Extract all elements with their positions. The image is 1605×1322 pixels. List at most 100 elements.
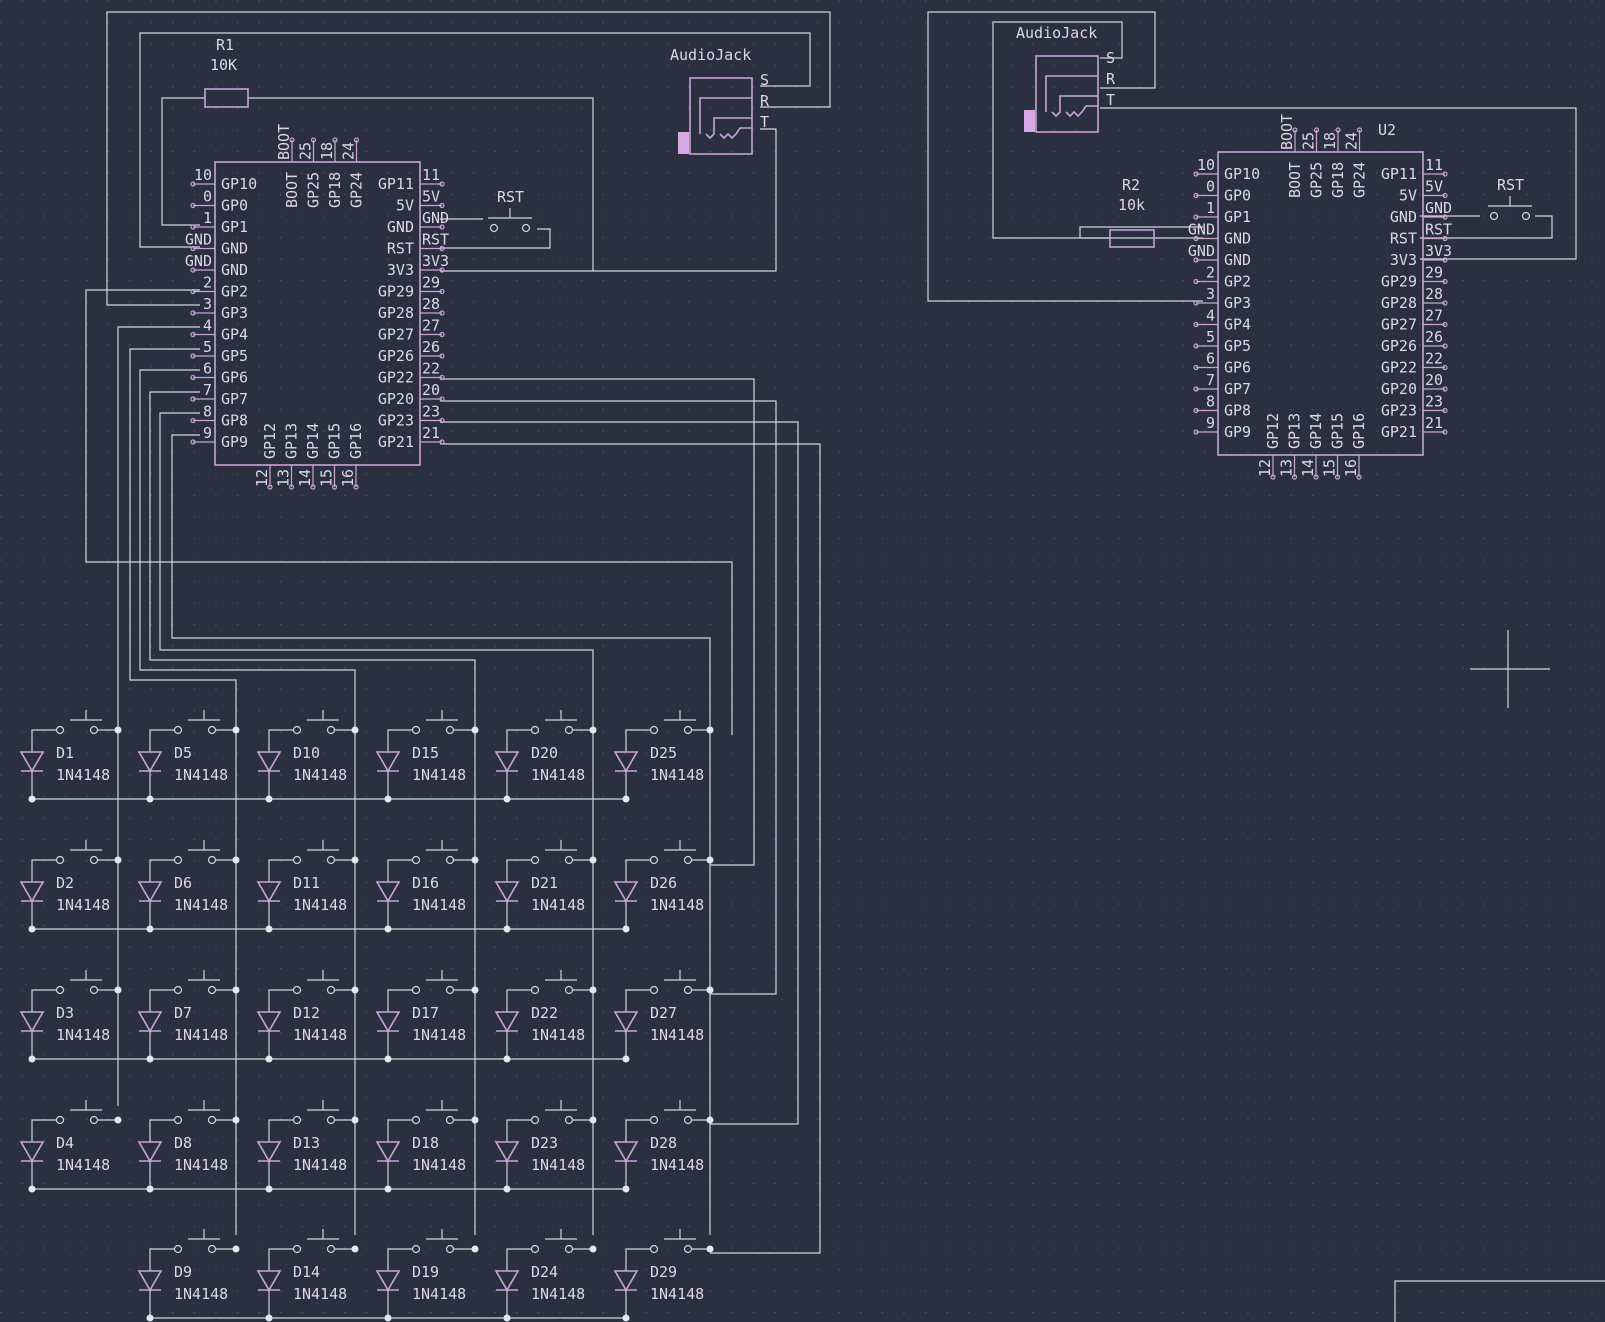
junction: [265, 925, 273, 933]
pin-number: RST: [1425, 221, 1452, 239]
pin-number: 8: [203, 403, 212, 421]
diode-ref: D1: [56, 744, 74, 762]
junction: [589, 726, 597, 734]
pin-number: 23: [1425, 393, 1443, 411]
pin-number: 15: [318, 469, 336, 487]
junction: [28, 925, 36, 933]
pin-name: GP0: [221, 197, 248, 215]
pin-name: GP6: [1224, 359, 1251, 377]
pin-number: 10: [194, 166, 212, 184]
pin-number: BOOT: [1278, 114, 1296, 150]
pin-name: GND: [221, 261, 248, 279]
pin-name: GP8: [221, 412, 248, 430]
pin-number: 10: [1197, 156, 1215, 174]
diode-ref: D4: [56, 1134, 74, 1152]
junction: [589, 856, 597, 864]
r2-value: 10k: [1118, 196, 1145, 214]
junction: [471, 856, 479, 864]
pin-number: GND: [1188, 221, 1215, 239]
pin-name: GP9: [221, 433, 248, 451]
junction: [622, 925, 630, 933]
pin-name: GP1: [221, 218, 248, 236]
pin-number: 12: [1256, 459, 1274, 477]
junction: [622, 795, 630, 803]
pin-number: 3V3: [422, 252, 449, 270]
pin-number: 16: [1342, 459, 1360, 477]
diode-ref: D11: [293, 874, 320, 892]
pin-name: GP25: [1308, 162, 1326, 198]
pin-name: GP15: [326, 423, 344, 459]
diode-value: 1N4148: [650, 766, 704, 784]
junction: [589, 1116, 597, 1124]
junction: [232, 726, 240, 734]
junction: [351, 1116, 359, 1124]
pin-name: GP26: [378, 347, 414, 365]
pin-number: 5V: [422, 188, 440, 206]
pin-name: GP18: [326, 172, 344, 208]
pin-number: 23: [422, 403, 440, 421]
pin-number: 9: [203, 424, 212, 442]
diode-ref: D6: [174, 874, 192, 892]
pin-name: GP9: [1224, 423, 1251, 441]
diode-ref: D13: [293, 1134, 320, 1152]
junction: [384, 1185, 392, 1193]
pin-name: GP27: [378, 326, 414, 344]
junction: [384, 1314, 392, 1322]
junction: [589, 986, 597, 994]
pin-name: GP4: [221, 326, 248, 344]
pin-number: 1: [203, 209, 212, 227]
pin-number: 22: [1425, 350, 1443, 368]
pin-name: GP29: [378, 283, 414, 301]
junction: [114, 1116, 122, 1124]
diode-ref: D25: [650, 744, 677, 762]
pin-number: 24: [1343, 132, 1361, 150]
jack-pin-label: R: [1106, 70, 1116, 88]
pin-name: GP16: [1350, 413, 1368, 449]
diode-ref: D15: [412, 744, 439, 762]
junction: [232, 986, 240, 994]
pin-name: GP18: [1329, 162, 1347, 198]
diode-ref: D10: [293, 744, 320, 762]
diode-value: 1N4148: [531, 766, 585, 784]
pin-number: 3: [203, 295, 212, 313]
junction: [114, 986, 122, 994]
schematic-canvas[interactable]: R1 10K R2 10k U2 AudioJackSRT AudioJackS…: [0, 0, 1605, 1322]
junction: [384, 795, 392, 803]
diode-ref: D7: [174, 1004, 192, 1022]
pin-name: GP27: [1381, 316, 1417, 334]
pin-name: GND: [221, 240, 248, 258]
pin-name: GP10: [1224, 165, 1260, 183]
audiojack-name: AudioJack: [670, 46, 751, 64]
audiojack-name: AudioJack: [1016, 24, 1097, 42]
pin-name: GP11: [1381, 165, 1417, 183]
pin-name: GP3: [1224, 294, 1251, 312]
diode-ref: D9: [174, 1263, 192, 1281]
junction: [471, 1116, 479, 1124]
pin-number: 29: [1425, 264, 1443, 282]
pin-number: 20: [1425, 371, 1443, 389]
pin-name: 3V3: [1390, 251, 1417, 269]
junction: [706, 856, 714, 864]
diode-ref: D21: [531, 874, 558, 892]
junction: [622, 1185, 630, 1193]
diode-value: 1N4148: [650, 896, 704, 914]
junction: [265, 1185, 273, 1193]
pin-name: 5V: [396, 197, 414, 215]
pin-number: GND: [185, 252, 212, 270]
junction: [503, 1055, 511, 1063]
junction: [351, 856, 359, 864]
pin-name: GP23: [378, 412, 414, 430]
junction: [114, 726, 122, 734]
jack-pin-label: S: [1106, 49, 1115, 67]
pin-name: BOOT: [283, 172, 301, 208]
pin-name: GP13: [283, 423, 301, 459]
junction: [384, 1055, 392, 1063]
diode-value: 1N4148: [174, 1156, 228, 1174]
diode-value: 1N4148: [531, 896, 585, 914]
junction: [146, 795, 154, 803]
diode-value: 1N4148: [531, 1285, 585, 1303]
pin-name: GP2: [1224, 273, 1251, 291]
pin-number: GND: [1188, 242, 1215, 260]
pin-name: GP7: [221, 390, 248, 408]
junction: [706, 726, 714, 734]
